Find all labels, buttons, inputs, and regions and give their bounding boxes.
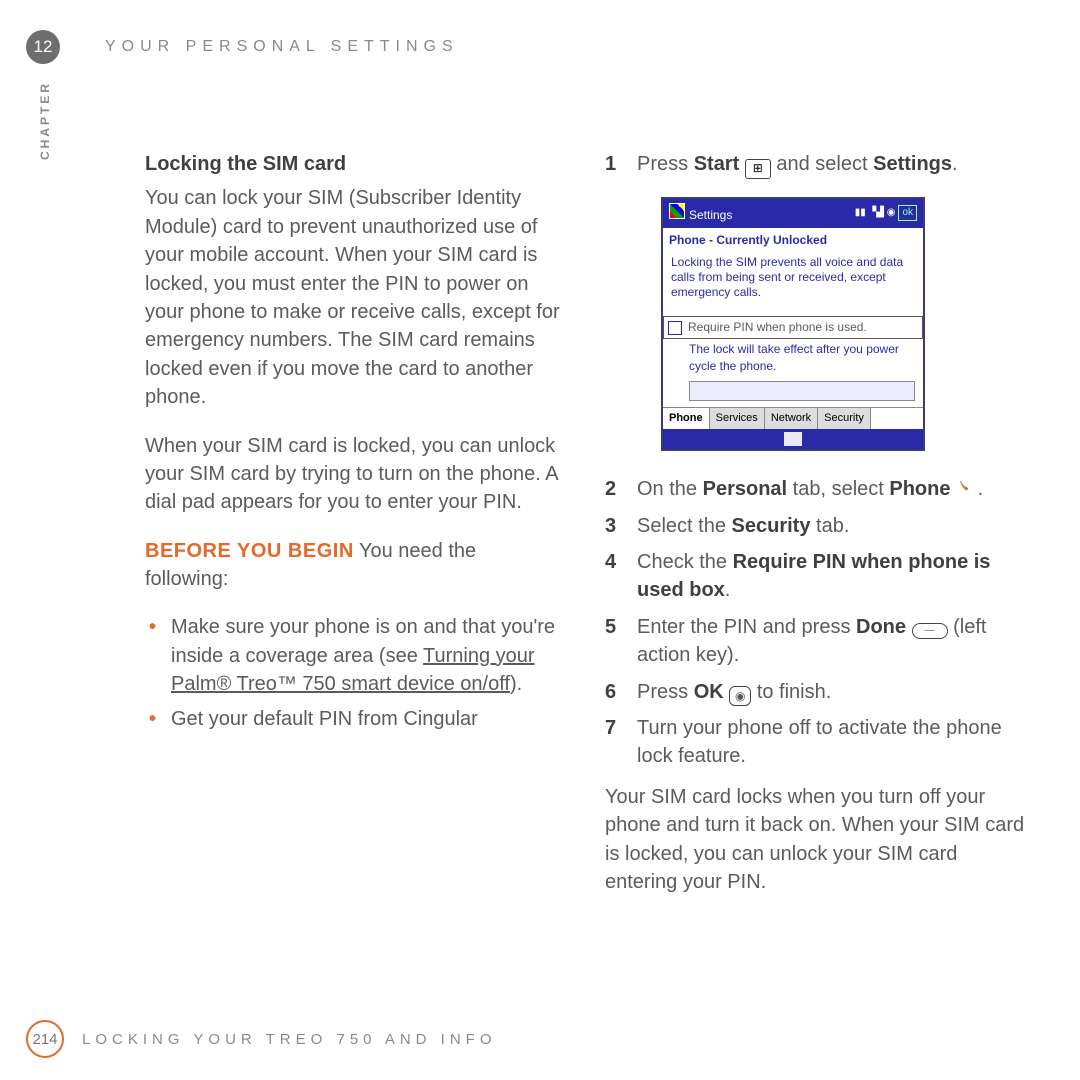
before-you-begin: BEFORE YOU BEGIN You need the following: <box>145 537 565 594</box>
device-screenshot: Settings ▮▮ ▝▟ ◉ ok Phone - Currently Un… <box>661 197 925 452</box>
device-disabled-input <box>689 381 915 401</box>
device-tab-phone: Phone <box>663 408 710 430</box>
before-label: BEFORE YOU BEGIN <box>145 540 354 562</box>
checkbox-icon <box>668 321 682 335</box>
signal-icon: ▮▮ ▝▟ ◉ <box>855 206 896 220</box>
device-bottom-bar <box>663 429 923 449</box>
chapter-label: CHAPTER <box>38 81 52 160</box>
paragraph: You can lock your SIM (Subscriber Identi… <box>145 184 565 411</box>
device-body-text: Locking the SIM prevents all voice and d… <box>663 249 923 308</box>
step-item: On the Personal tab, select Phone . <box>605 475 1025 503</box>
right-column: Press Start ⊞ and select Settings. Setti… <box>605 150 1025 990</box>
device-checkbox-row: Require PIN when phone is used. <box>663 316 923 339</box>
device-titlebar: Settings ▮▮ ▝▟ ◉ ok <box>663 199 923 228</box>
section-heading: Locking the SIM card <box>145 150 565 178</box>
action-key-icon: — <box>912 623 948 639</box>
start-icon: ⊞ <box>745 159 771 179</box>
device-tab-services: Services <box>710 408 765 430</box>
chapter-badge: 12 <box>26 30 60 64</box>
page-footer: 214 LOCKING YOUR TREO 750 AND INFO <box>26 1020 497 1058</box>
list-item: Get your default PIN from Cingular <box>145 705 565 733</box>
left-column: Locking the SIM card You can lock your S… <box>145 150 565 990</box>
step-item: Press Start ⊞ and select Settings. Setti… <box>605 150 1025 451</box>
device-tab-network: Network <box>765 408 818 430</box>
device-note: The lock will take effect after you powe… <box>663 339 923 381</box>
running-head: YOUR PERSONAL SETTINGS <box>105 38 459 56</box>
step-item: Enter the PIN and press Done — (left act… <box>605 613 1025 670</box>
keyboard-icon <box>784 432 802 446</box>
paragraph: When your SIM card is locked, you can un… <box>145 432 565 517</box>
ok-softkey: ok <box>898 205 917 221</box>
step-item: Press OK ◉ to finish. <box>605 678 1025 706</box>
windows-flag-icon <box>669 203 685 219</box>
device-tab-security: Security <box>818 408 871 430</box>
closing-paragraph: Your SIM card locks when you turn off yo… <box>605 783 1025 897</box>
device-tabs: Phone Services Network Security <box>663 407 923 430</box>
list-item: Make sure your phone is on and that you'… <box>145 613 565 698</box>
step-item: Select the Security tab. <box>605 512 1025 540</box>
footer-text: LOCKING YOUR TREO 750 AND INFO <box>82 1031 497 1048</box>
ok-key-icon: ◉ <box>729 686 751 706</box>
step-item: Turn your phone off to activate the phon… <box>605 714 1025 771</box>
step-item: Check the Require PIN when phone is used… <box>605 548 1025 605</box>
page-number: 214 <box>26 1020 64 1058</box>
phone-icon <box>956 479 972 497</box>
device-subhead: Phone - Currently Unlocked <box>663 228 923 249</box>
